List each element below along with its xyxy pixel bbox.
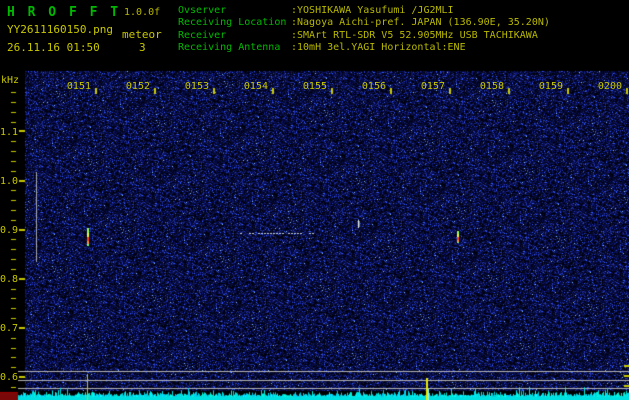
station-info-row: Ovserver :YOSHIKAWA Yasufumi /JG2MLI (178, 5, 454, 17)
station-info-row: Receiving Antenna :10mH 3el.YAGI Horizont… (178, 42, 466, 54)
freq-tick-label: 0.7 (0, 322, 19, 334)
freq-tick-label: 0.8 (0, 273, 19, 285)
time-tick-label: 0155 (302, 81, 327, 92)
station-info-row: Receiver :SMArt RTL-SDR V5 52.905MHz USB … (178, 30, 538, 42)
freq-tick-label: 1.1 (0, 126, 19, 138)
datetime-label: 26.11.16 01:50 (7, 41, 100, 54)
time-tick-label: 0158 (479, 81, 504, 92)
info-label: Ovserver (178, 5, 227, 16)
output-filename: YY2611160150.png (7, 23, 113, 36)
info-value: :YOSHIKAWA Yasufumi /JG2MLI (291, 5, 454, 16)
meteor-count: 3 (139, 41, 146, 54)
info-value: :10mH 3el.YAGI Horizontal:ENE (291, 41, 466, 53)
info-value: :Nagoya Aichi-pref. JAPAN (136.90E, 35.2… (291, 17, 550, 29)
time-tick-label: 0157 (420, 81, 445, 92)
time-tick-label: 0159 (538, 81, 563, 92)
hrofft-window: H R O F F T 1.0.0f YY2611160150.png mete… (0, 0, 629, 400)
time-tick-label: 0153 (184, 81, 209, 92)
freq-tick-label: 0.9 (0, 224, 19, 236)
time-tick-label: 0200 (597, 81, 622, 92)
spectrogram-canvas (0, 0, 629, 400)
info-value: :SMArt RTL-SDR V5 52.905MHz USB TACHIKAW… (291, 29, 538, 41)
time-tick-label: 0151 (66, 81, 91, 92)
app-version: 1.0.0f (124, 7, 161, 18)
app-title: H R O F F T (7, 5, 121, 20)
station-info-row: Receiving Location :Nagoya Aichi-pref. JA… (178, 17, 550, 29)
info-label: Receiving Antenna (178, 41, 281, 53)
freq-tick-label: 1.0 (0, 175, 19, 187)
time-tick-label: 0152 (125, 81, 150, 92)
time-tick-label: 0156 (361, 81, 386, 92)
time-tick-label: 0154 (243, 81, 268, 92)
info-label: Receiver (178, 29, 227, 41)
info-label: Receiving Location (178, 17, 287, 29)
freq-tick-label: 0.6 (0, 372, 19, 383)
freq-axis-unit: kHz (1, 75, 20, 86)
mode-label: meteor (122, 28, 162, 41)
